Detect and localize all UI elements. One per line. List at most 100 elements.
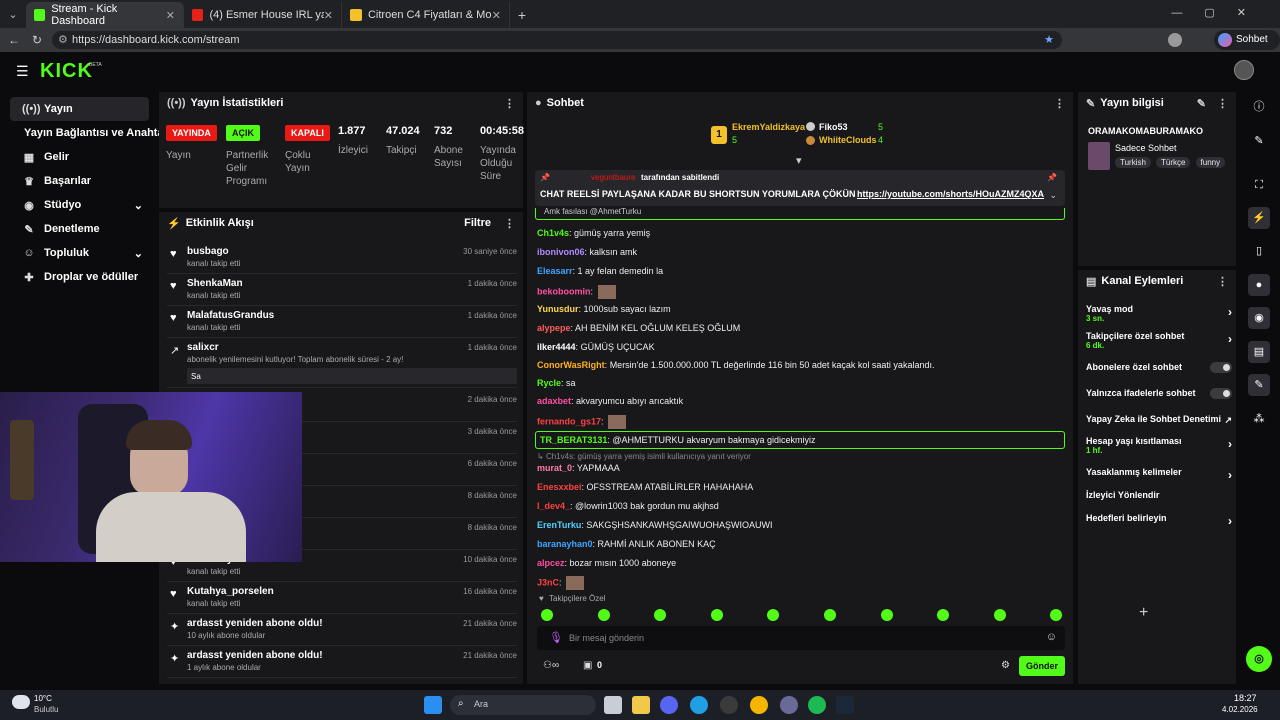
- activity-item[interactable]: ♥ ShenkaMan kanalı takip etti 1 dakika önce: [167, 274, 517, 306]
- reload-icon[interactable]: ↻: [32, 33, 42, 47]
- task-view-icon[interactable]: [604, 696, 622, 714]
- tab-citroen[interactable]: Citroen C4 Fiyatları & Modelleri sa ✕: [342, 2, 510, 28]
- channel-action-item[interactable]: Yalnızca ifadelerle sohbet: [1086, 388, 1232, 402]
- chat-username[interactable]: ErenTurku: [537, 520, 581, 530]
- chat-message[interactable]: bekoboomin:: [537, 285, 616, 299]
- chat-username[interactable]: I_dev4_: [537, 501, 570, 511]
- close-tab-icon[interactable]: ✕: [324, 9, 333, 22]
- lightning-icon[interactable]: ⚡: [1248, 207, 1270, 229]
- sidebar-item-denetleme[interactable]: ✎ Denetleme: [10, 217, 149, 241]
- chat-message[interactable]: ConorWasRight: Mersin'de 1.500.000.000 T…: [537, 360, 934, 370]
- sidebar-item-topluluk[interactable]: ☺ Topluluk ⌄: [10, 241, 149, 265]
- channel-action-item[interactable]: Yapay Zeka ile Sohbet Denetimi ↗: [1086, 414, 1232, 428]
- chat-username[interactable]: Eleasarr: [537, 266, 573, 276]
- window-controls[interactable]: —▢✕: [1171, 6, 1268, 19]
- emote-icon[interactable]: [710, 609, 723, 621]
- close-tab-icon[interactable]: ✕: [492, 9, 501, 22]
- channel-action-item[interactable]: Abonelere özel sohbet: [1086, 362, 1232, 376]
- channel-action-item[interactable]: Takipçilere özel sohbet 6 dk. ›: [1086, 331, 1232, 355]
- taskbar-search[interactable]: ⌕ Ara: [450, 695, 596, 715]
- emote-icon[interactable]: [880, 609, 893, 621]
- chat-username[interactable]: J3nC: [537, 577, 559, 587]
- chat-message[interactable]: ErenTurku: SAKGŞHSANKAWHŞGAIWUOHAŞWIOAUW…: [537, 520, 773, 530]
- emoji-icon[interactable]: ☺: [1046, 631, 1057, 643]
- activity-item[interactable]: ↗ salixcr abonelik yenilemesini kutluyor! …: [167, 338, 517, 388]
- chat-username[interactable]: Enesxxbei: [537, 482, 582, 492]
- tag-chip[interactable]: Türkçe: [1156, 157, 1191, 168]
- chat-message[interactable]: TR_BERAT3131: @AHMETTURKU akvaryum bakma…: [535, 431, 1065, 449]
- channel-action-item[interactable]: Yavaş mod 3 sn. ›: [1086, 304, 1232, 328]
- tab-youtube[interactable]: (4) Esmer House IRL yayın derleme ✕: [184, 2, 342, 28]
- chat-message[interactable]: J3nC:: [537, 576, 585, 590]
- windows-start-icon[interactable]: [424, 696, 442, 714]
- app-icon[interactable]: [780, 696, 798, 714]
- chat-username[interactable]: adaxbet: [537, 396, 571, 406]
- chat-message[interactable]: Eleasarr: 1 ay felan demedin la: [537, 266, 663, 276]
- emote-icon[interactable]: [824, 609, 836, 621]
- chat-username[interactable]: fernando_gs17: [537, 416, 601, 426]
- close-tab-icon[interactable]: ✕: [166, 9, 175, 22]
- edit-icon[interactable]: ✎: [1248, 130, 1270, 152]
- sidebar-item-stream-key[interactable]: Yayın Bağlantısı ve Anahtarı: [10, 121, 171, 145]
- chat-message[interactable]: murat_0: YAPMAAA: [537, 463, 620, 473]
- microphone-icon[interactable]: 🎙: [549, 631, 563, 644]
- new-tab-icon[interactable]: +: [510, 2, 534, 28]
- sidebar-item-droplar[interactable]: ✚ Droplar ve ödüller: [10, 265, 149, 289]
- chat-username[interactable]: Rycle: [537, 378, 561, 388]
- chat-settings-icon[interactable]: ⚙: [1001, 660, 1010, 671]
- broadcast-icon[interactable]: ◉: [1248, 307, 1270, 329]
- sidebar-item-studyo[interactable]: ◉ Stüdyo ⌄: [10, 193, 149, 217]
- more-icon[interactable]: ⋮: [1217, 275, 1228, 288]
- channel-action-item[interactable]: Hesap yaşı kısıtlaması 1 hf. ›: [1086, 436, 1232, 460]
- user-avatar[interactable]: [1234, 60, 1254, 80]
- file-explorer-icon[interactable]: [632, 696, 650, 714]
- chat-message[interactable]: baranayhan0: RAHMİ ANLIK ABONEN KAÇ: [537, 539, 716, 549]
- info-icon[interactable]: ⓘ: [1248, 96, 1270, 118]
- chat-username[interactable]: Yunusdur: [537, 304, 579, 314]
- sidebar-item-yayin[interactable]: ((•)) Yayın: [10, 97, 149, 121]
- channel-action-item[interactable]: Yasaklanmış kelimeler ›: [1086, 467, 1232, 482]
- activity-item[interactable]: ✦ ardasst yeniden abone oldu! 10 aylık abo…: [167, 614, 517, 646]
- tag-chip[interactable]: Turkish: [1115, 157, 1151, 168]
- chat-username[interactable]: ilker4444: [537, 342, 576, 352]
- spotify-icon[interactable]: [808, 696, 826, 714]
- discord-icon[interactable]: [660, 696, 678, 714]
- channel-action-item[interactable]: Hedefleri belirleyin ›: [1086, 513, 1232, 528]
- chat-message[interactable]: adaxbet: akvaryumcu abıyı arıcaktık: [537, 396, 683, 406]
- activity-item[interactable]: ♥ Kutahya_porselen kanalı takip etti 16 dak…: [167, 582, 517, 614]
- toggle-switch[interactable]: [1210, 388, 1232, 399]
- activity-item[interactable]: ♥ busbago kanalı takip etti 30 saniye önce: [167, 242, 517, 274]
- tag-chip[interactable]: funny: [1195, 157, 1226, 168]
- filter-button[interactable]: Filtre: [464, 217, 491, 229]
- steam-icon[interactable]: [720, 696, 738, 714]
- activity-item[interactable]: ✦ ardasst yeniden abone oldu! 1 aylık abon…: [167, 646, 517, 678]
- category-name[interactable]: Sadece Sohbet: [1115, 143, 1177, 153]
- chat-message[interactable]: alypepe: AH BENİM KEL OĞLUM KELEŞ OĞLUM: [537, 323, 740, 333]
- emote-icon[interactable]: [541, 609, 553, 621]
- chat-message[interactable]: ibonivon06: kalksın amk: [537, 247, 637, 257]
- emote-icon[interactable]: [993, 609, 1006, 621]
- back-icon[interactable]: ←: [8, 33, 20, 47]
- edit-icon[interactable]: ✎: [1197, 97, 1206, 110]
- chat-bubble-icon[interactable]: ●: [1248, 274, 1270, 296]
- chrome-icon[interactable]: [750, 696, 768, 714]
- emote-icon[interactable]: [597, 609, 610, 621]
- chat-username[interactable]: alypepe: [537, 323, 571, 333]
- chat-username[interactable]: baranayhan0: [537, 539, 593, 549]
- edge-icon[interactable]: [690, 696, 708, 714]
- document-icon[interactable]: ▯: [1248, 240, 1270, 262]
- chat-username[interactable]: murat_0: [537, 463, 572, 473]
- profile-avatar[interactable]: [1168, 33, 1182, 47]
- favorite-star-icon[interactable]: ★: [1044, 31, 1054, 49]
- widgets-icon[interactable]: ⁂: [1248, 408, 1270, 430]
- chat-message[interactable]: Rycle: sa: [537, 378, 576, 388]
- add-widget-icon[interactable]: +: [1139, 604, 1148, 622]
- steam-app-icon[interactable]: [836, 696, 854, 714]
- reply-context[interactable]: ↳ Ch1v4s: gümüş yarra yemiş isimli kulla…: [537, 452, 751, 461]
- more-icon[interactable]: ⋮: [504, 97, 515, 110]
- chat-username[interactable]: alpcez: [537, 558, 565, 568]
- category-thumbnail[interactable]: [1088, 142, 1110, 170]
- kick-logo[interactable]: KICK: [40, 60, 93, 83]
- chat-username[interactable]: Ch1v4s: [537, 228, 569, 238]
- chat-username[interactable]: TR_BERAT3131: [540, 435, 607, 445]
